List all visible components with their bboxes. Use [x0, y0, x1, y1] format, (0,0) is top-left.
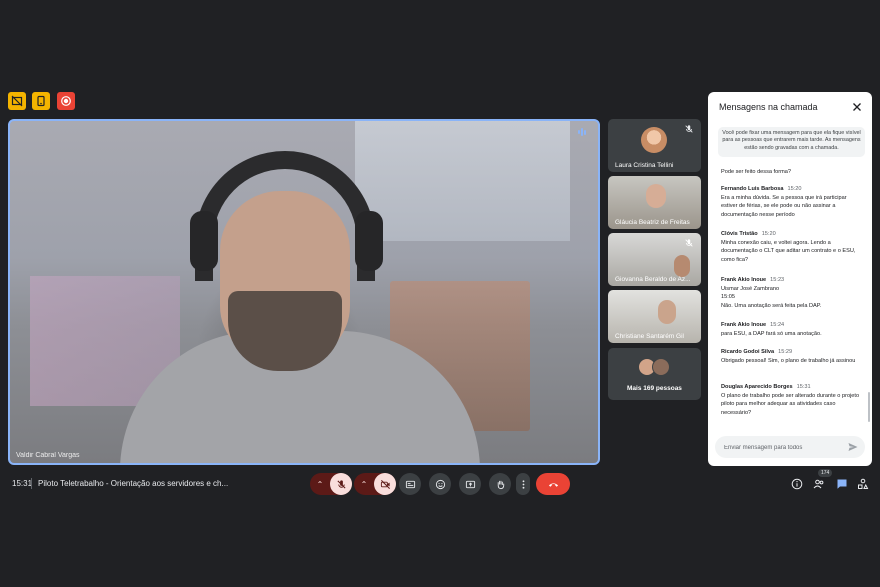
message-text: Pode ser feito dessa forma?	[721, 169, 791, 175]
emoji-icon	[435, 479, 445, 489]
participant-tile[interactable]: Christiane Santarém Gil	[608, 290, 701, 343]
end-call-button[interactable]	[536, 473, 570, 495]
captions-icon	[405, 480, 415, 488]
message-author: Ricardo Godoi Silva	[721, 349, 775, 355]
chat-message-input[interactable]	[722, 436, 846, 460]
message-text: Obrigado pessoal! Sim, o plano de trabal…	[721, 357, 856, 364]
reactions-button[interactable]	[429, 473, 451, 495]
mic-off-icon	[685, 125, 693, 133]
info-icon[interactable]	[791, 478, 803, 490]
chat-message: Frank Akio Inoue 15:24 para ESU, a DAP fa…	[721, 321, 861, 338]
chat-icon[interactable]	[836, 478, 848, 490]
participant-tile[interactable]: Giovanna Beraldo de Az...	[608, 233, 701, 286]
message-time: 15:31	[796, 384, 811, 390]
recording-icon	[61, 96, 71, 106]
close-icon[interactable]	[851, 101, 863, 113]
avatar	[652, 358, 670, 376]
participant-name: Christiane Santarém Gil	[615, 333, 684, 340]
clock-time: 15:31	[12, 479, 33, 488]
message-time: 15:29	[778, 349, 793, 355]
more-people-label: Mais 169 pessoas	[627, 385, 682, 392]
headset	[195, 151, 375, 281]
more-vert-icon	[522, 479, 524, 489]
no-captions-chip[interactable]	[8, 92, 26, 110]
people-icon[interactable]	[813, 478, 825, 490]
chat-input-container	[715, 436, 865, 460]
captions-button[interactable]	[399, 473, 421, 495]
message-author: Frank Akio Inoue	[721, 277, 767, 283]
companion-mode-chip[interactable]	[32, 92, 50, 110]
speaking-indicator-icon	[578, 126, 592, 138]
participant-tile[interactable]: Gláucia Beatriz de Freitas	[608, 176, 701, 229]
more-people-tile[interactable]: Mais 169 pessoas	[608, 348, 701, 400]
participant-face	[646, 184, 666, 208]
message-author: Douglas Aparecido Borges	[721, 384, 793, 390]
camera-off-icon	[380, 479, 390, 489]
chat-title: Mensagens na chamada	[719, 102, 818, 112]
background-window	[355, 121, 570, 241]
camera-toggle-button[interactable]	[374, 473, 396, 495]
message-text: Era a minha dúvida. Se a pessoa que irá …	[721, 194, 847, 218]
companion-icon	[37, 95, 45, 107]
chat-pin-notice: Você pode fixar uma mensagem para que el…	[718, 127, 865, 157]
message-time: 15:23	[770, 277, 785, 283]
message-text: 15:05	[721, 294, 735, 301]
message-text: Não. Uma anotação será feita pela DAP.	[721, 302, 822, 309]
message-text: Minha conexão caiu, e voltei agora. Lend…	[721, 239, 856, 263]
camera-options-chevron-icon[interactable]: ⌃	[354, 473, 374, 495]
mic-options-chevron-icon[interactable]: ⌃	[310, 473, 330, 495]
participant-name: Giovanna Beraldo de Az...	[615, 276, 691, 283]
message-time: 15:20	[761, 231, 776, 237]
chat-message: Clóvis Tristão 15:20 Minha conexão caiu, …	[721, 230, 861, 264]
raise-hand-button[interactable]	[489, 473, 511, 495]
message-text: para ESU, a DAP fará só uma anotação.	[721, 330, 822, 337]
no-captions-icon	[11, 95, 23, 107]
message-author: Clóvis Tristão	[721, 231, 758, 237]
message-author: Frank Akio Inoue	[721, 322, 767, 328]
participant-name: Laura Cristina Tellini	[615, 162, 674, 169]
mic-off-icon	[685, 239, 693, 247]
chat-message: Ricardo Godoi Silva 15:29 Obrigado pessoa…	[721, 348, 861, 365]
microphone-toggle-button[interactable]	[330, 473, 352, 495]
message-time: 15:20	[787, 186, 802, 192]
avatar	[641, 127, 667, 153]
chat-message: Fernando Luis Barbosa 15:20 Era a minha d…	[721, 185, 861, 219]
divider	[31, 478, 32, 489]
main-participant-name: Valdir Cabral Vargas	[16, 452, 80, 459]
chat-message: Pode ser feito dessa forma?	[721, 168, 861, 177]
participant-face	[674, 255, 690, 277]
message-author: Fernando Luis Barbosa	[721, 186, 784, 192]
meeting-title: Piloto Teletrabalho - Orientação aos ser…	[38, 479, 229, 488]
chat-panel: Mensagens na chamada Você pode fixar uma…	[708, 92, 872, 466]
present-icon	[465, 480, 475, 488]
message-time: 15:24	[770, 322, 785, 328]
chat-message: Frank Akio Inoue 15:23 Uismar José Zambra…	[721, 276, 861, 310]
more-options-button[interactable]	[516, 473, 530, 495]
main-video-feed[interactable]: Valdir Cabral Vargas	[8, 119, 600, 465]
send-icon[interactable]	[847, 441, 859, 453]
participant-tile[interactable]: Laura Cristina Tellini	[608, 119, 701, 172]
people-count-badge: 174	[818, 469, 833, 477]
chat-message: Douglas Aparecido Borges 15:31 O plano de…	[721, 383, 861, 417]
microphone-control: ⌃	[310, 473, 352, 495]
chat-scrollbar[interactable]	[868, 392, 870, 422]
recording-chip[interactable]	[57, 92, 75, 110]
message-text: Uismar José Zambrano	[721, 285, 780, 292]
hang-up-icon	[548, 482, 558, 487]
headset-ear-right	[355, 211, 383, 271]
camera-control: ⌃	[354, 473, 396, 495]
participant-face	[658, 300, 676, 324]
message-text: O plano de trabalho pode ser alterado du…	[721, 392, 860, 416]
hand-icon	[497, 480, 504, 489]
mic-off-icon	[336, 479, 346, 489]
present-screen-button[interactable]	[459, 473, 481, 495]
participant-name: Gláucia Beatriz de Freitas	[615, 219, 690, 226]
activities-icon[interactable]	[857, 478, 869, 490]
headset-ear-left	[190, 211, 218, 271]
